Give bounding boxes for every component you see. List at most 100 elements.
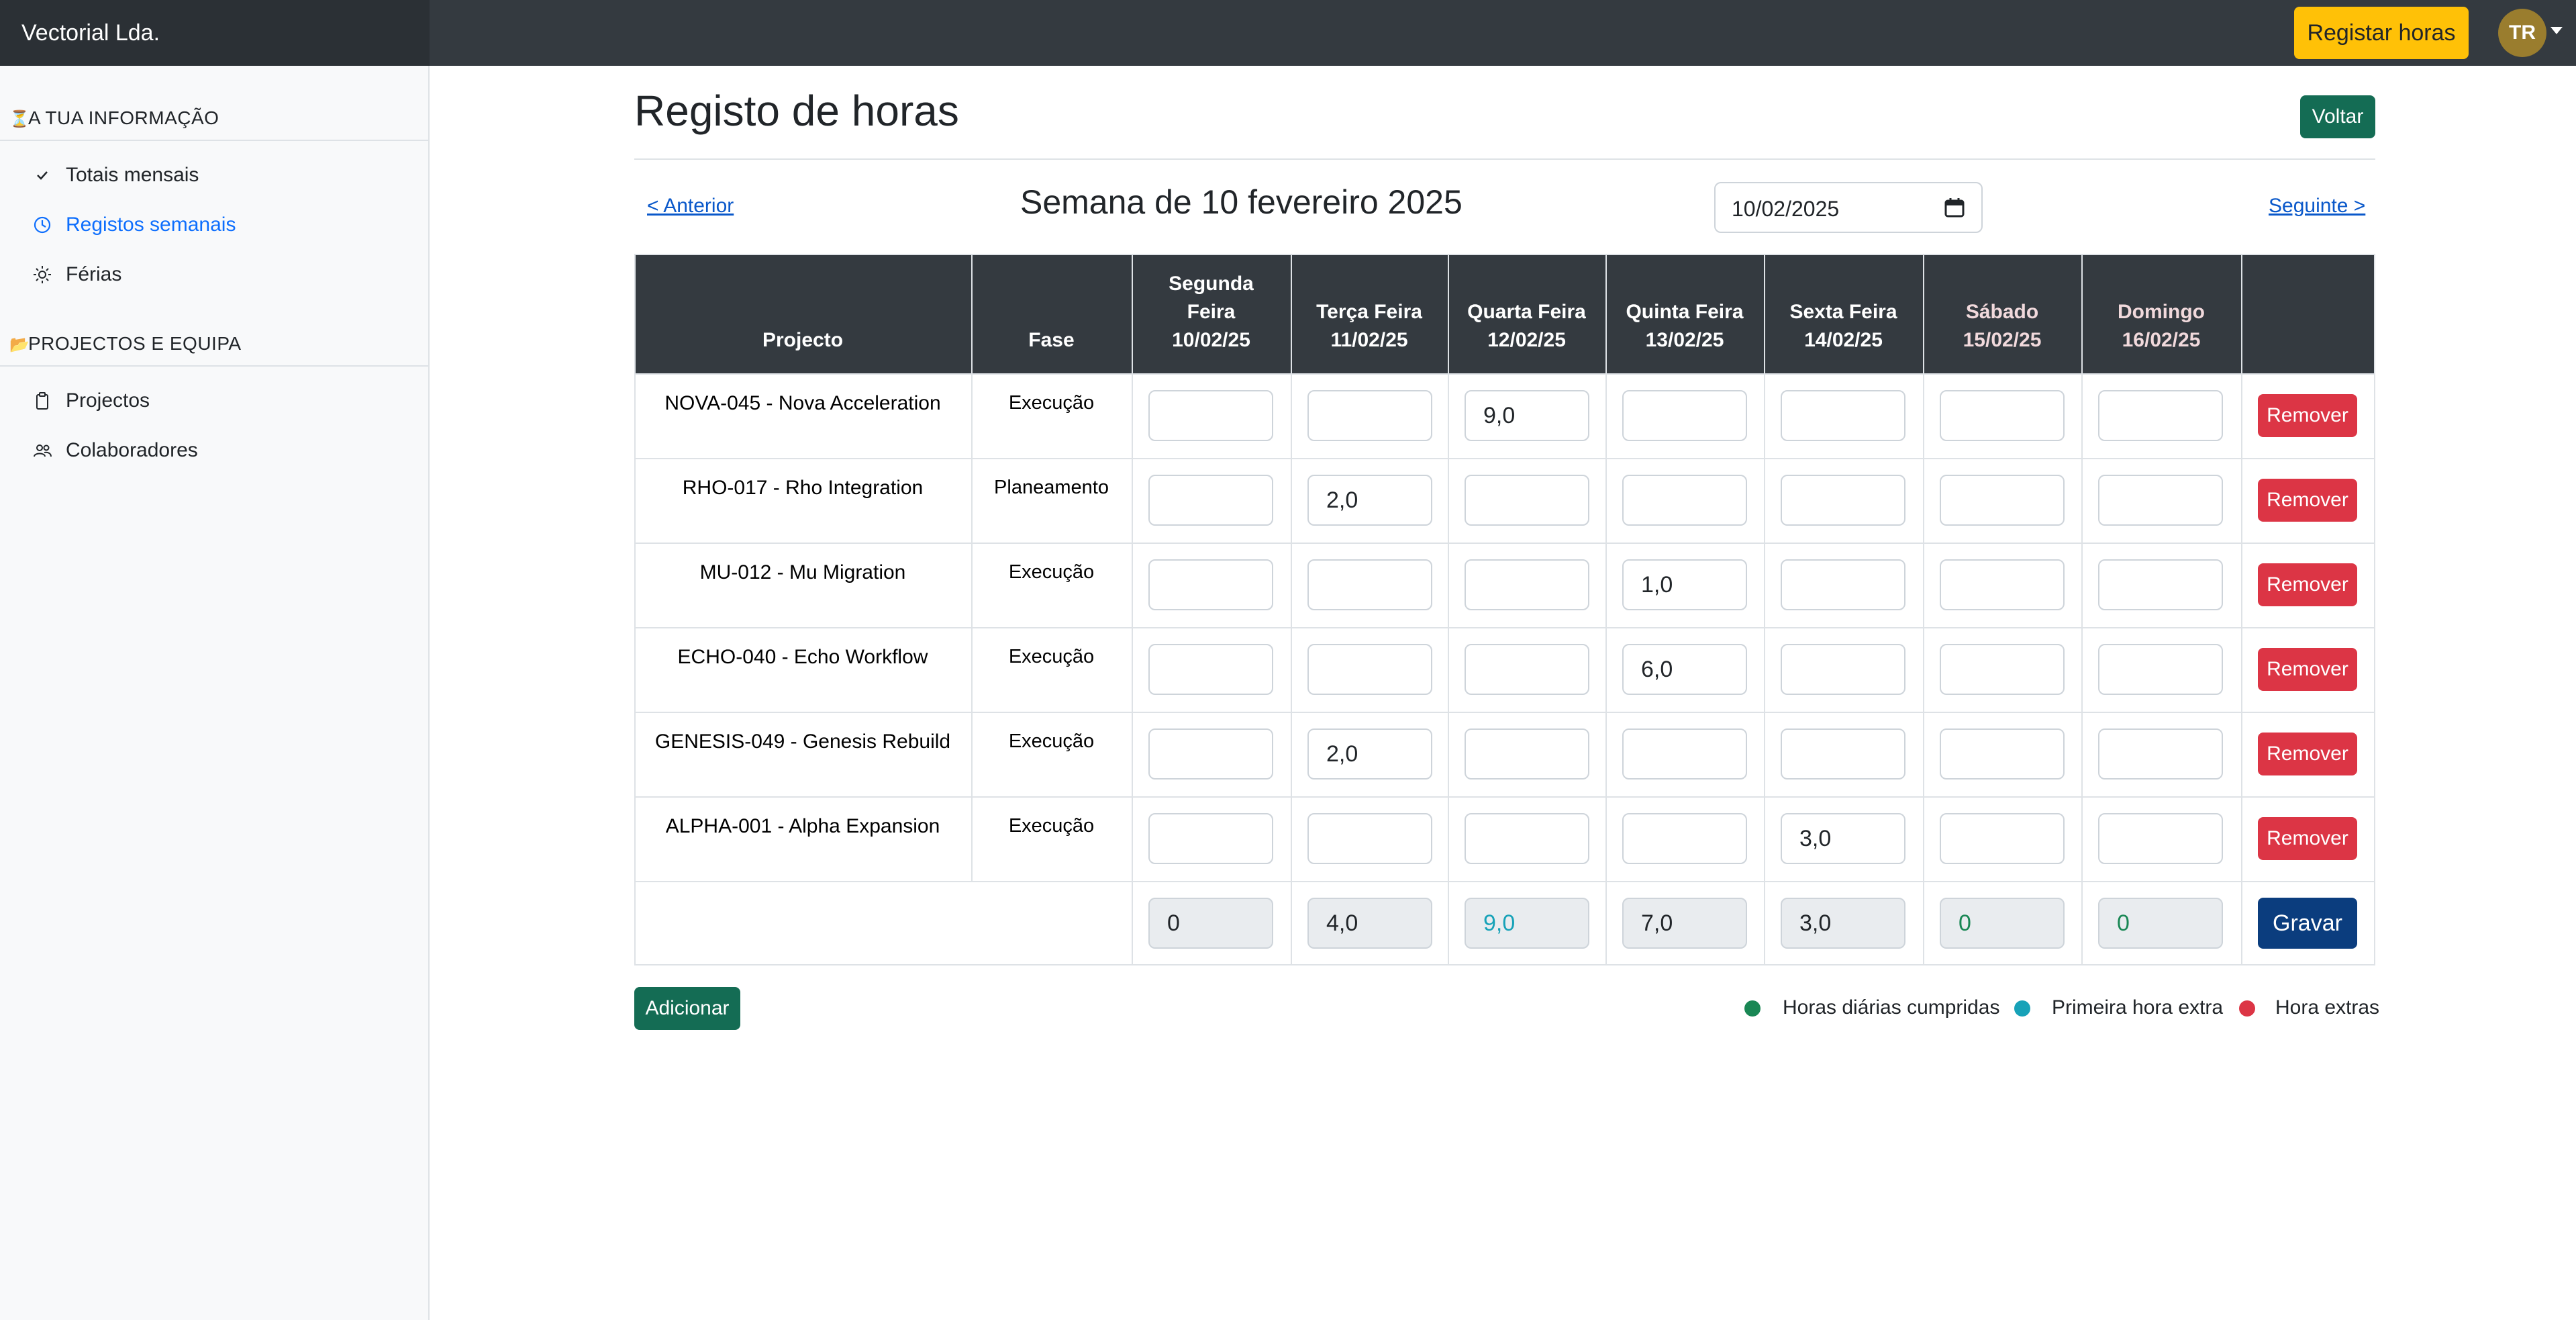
sidebar-item-label: Projectos	[66, 389, 150, 412]
sidebar-item-label: Colaboradores	[66, 439, 198, 461]
chevron-down-icon[interactable]	[2550, 27, 2563, 34]
hours-input[interactable]	[1940, 559, 2065, 610]
hours-input[interactable]	[1148, 475, 1273, 526]
remove-row-button[interactable]: Remover	[2258, 394, 2357, 437]
hours-input[interactable]	[1940, 644, 2065, 695]
hours-input[interactable]	[1148, 390, 1273, 441]
hours-input[interactable]: 3,0	[1781, 813, 1905, 864]
hours-input[interactable]: 9,0	[1465, 390, 1589, 441]
legend-dot-fulfilled	[1744, 1000, 1761, 1017]
date-value: 10/02/2025	[1732, 197, 1840, 221]
hours-input[interactable]: 1,0	[1622, 559, 1747, 610]
hours-input[interactable]	[1465, 475, 1589, 526]
grid-line	[2241, 254, 2242, 965]
daily-total: 3,0	[1781, 898, 1905, 949]
save-button[interactable]: Gravar	[2258, 898, 2357, 949]
hours-input[interactable]	[1940, 475, 2065, 526]
day-date: 13/02/25	[1645, 329, 1724, 351]
project-phase: Execução	[1008, 392, 1095, 414]
daily-total: 9,0	[1465, 898, 1589, 949]
calendar-icon[interactable]	[1944, 197, 1965, 218]
hours-input[interactable]	[1622, 728, 1747, 780]
hours-input[interactable]: 6,0	[1622, 644, 1747, 695]
back-button[interactable]: Voltar	[2300, 95, 2375, 138]
register-hours-button[interactable]: Registar horas	[2294, 7, 2469, 59]
hours-input[interactable]	[1622, 813, 1747, 864]
day-date: 15/02/25	[1963, 329, 2042, 351]
hours-input[interactable]	[1781, 728, 1905, 780]
hours-input[interactable]	[1940, 728, 2065, 780]
remove-row-button[interactable]: Remover	[2258, 479, 2357, 522]
hours-input[interactable]	[1307, 559, 1432, 610]
hours-input[interactable]	[1465, 559, 1589, 610]
hours-input[interactable]	[1781, 559, 1905, 610]
legend-dot-first-extra	[2014, 1000, 2030, 1017]
user-avatar[interactable]: TR	[2498, 9, 2546, 57]
hours-input[interactable]	[2098, 390, 2223, 441]
column-header-day: Terça Feira 11/02/25	[1291, 270, 1448, 355]
hours-input[interactable]	[1465, 813, 1589, 864]
remove-row-button[interactable]: Remover	[2258, 817, 2357, 860]
daily-total: 7,0	[1622, 898, 1747, 949]
grid-line	[1605, 254, 1607, 965]
legend-dot-extra	[2239, 1000, 2255, 1017]
day-name: Domingo	[2118, 301, 2205, 323]
hours-input[interactable]	[2098, 475, 2223, 526]
daily-total: 4,0	[1307, 898, 1432, 949]
hours-input[interactable]	[2098, 644, 2223, 695]
remove-row-button[interactable]: Remover	[2258, 733, 2357, 775]
hours-input[interactable]: 2,0	[1307, 475, 1432, 526]
day-date: 12/02/25	[1487, 329, 1566, 351]
hours-input[interactable]	[1465, 728, 1589, 780]
remove-row-button[interactable]: Remover	[2258, 563, 2357, 606]
week-date-input[interactable]: 10/02/2025	[1714, 182, 1983, 233]
add-row-button[interactable]: Adicionar	[634, 987, 740, 1030]
hours-input[interactable]	[1781, 390, 1905, 441]
hours-input[interactable]	[1307, 644, 1432, 695]
brand-name[interactable]: Vectorial Lda.	[0, 0, 430, 66]
previous-week-link[interactable]: < Anterior	[647, 195, 734, 218]
hours-input[interactable]	[1940, 390, 2065, 441]
hours-input[interactable]: 2,0	[1307, 728, 1432, 780]
hours-input[interactable]	[2098, 813, 2223, 864]
grid-line	[2081, 254, 2083, 965]
day-name-line1: Segunda	[1169, 273, 1254, 295]
next-week-link[interactable]: Seguinte >	[2269, 195, 2365, 218]
day-name: Sexta Feira	[1789, 301, 1897, 323]
grid-line	[1764, 254, 1765, 965]
hours-input[interactable]	[2098, 728, 2223, 780]
day-name: Feira	[1187, 301, 1236, 323]
column-header-day: Segunda Feira 10/02/25	[1132, 270, 1291, 355]
grid-line	[634, 881, 2375, 882]
hours-input[interactable]	[1622, 475, 1747, 526]
hours-input[interactable]	[1781, 644, 1905, 695]
hours-input[interactable]	[1307, 390, 1432, 441]
hours-input[interactable]	[1148, 644, 1273, 695]
project-phase: Planeamento	[994, 477, 1109, 498]
hours-input[interactable]	[1307, 813, 1432, 864]
hours-input[interactable]	[1148, 813, 1273, 864]
remove-row-button[interactable]: Remover	[2258, 648, 2357, 691]
sidebar-section-personal: ⏳A TUA INFORMAÇÃO	[9, 107, 219, 129]
project-name: MU-012 - Mu Migration	[699, 561, 906, 583]
divider	[634, 158, 2375, 160]
sidebar-item-label: Totais mensais	[66, 164, 199, 186]
hours-input[interactable]	[1781, 475, 1905, 526]
project-phase: Execução	[1008, 730, 1095, 752]
check-icon	[37, 171, 48, 180]
hours-input[interactable]	[1940, 813, 2065, 864]
day-name-line1	[1605, 270, 1764, 298]
divider	[0, 140, 428, 141]
hours-input[interactable]	[1148, 559, 1273, 610]
grid-line	[1923, 254, 1924, 965]
grid-line	[634, 458, 2375, 459]
sidebar: ⏳A TUA INFORMAÇÃO Totais mensais Registo…	[0, 66, 430, 1320]
hours-input[interactable]	[1622, 390, 1747, 441]
clock-icon	[34, 216, 51, 234]
hours-input[interactable]	[1148, 728, 1273, 780]
hours-input[interactable]	[2098, 559, 2223, 610]
hours-input[interactable]	[1465, 644, 1589, 695]
grid-line	[1291, 254, 1292, 965]
grid-line	[634, 796, 2375, 798]
day-name-line1	[1291, 270, 1448, 298]
